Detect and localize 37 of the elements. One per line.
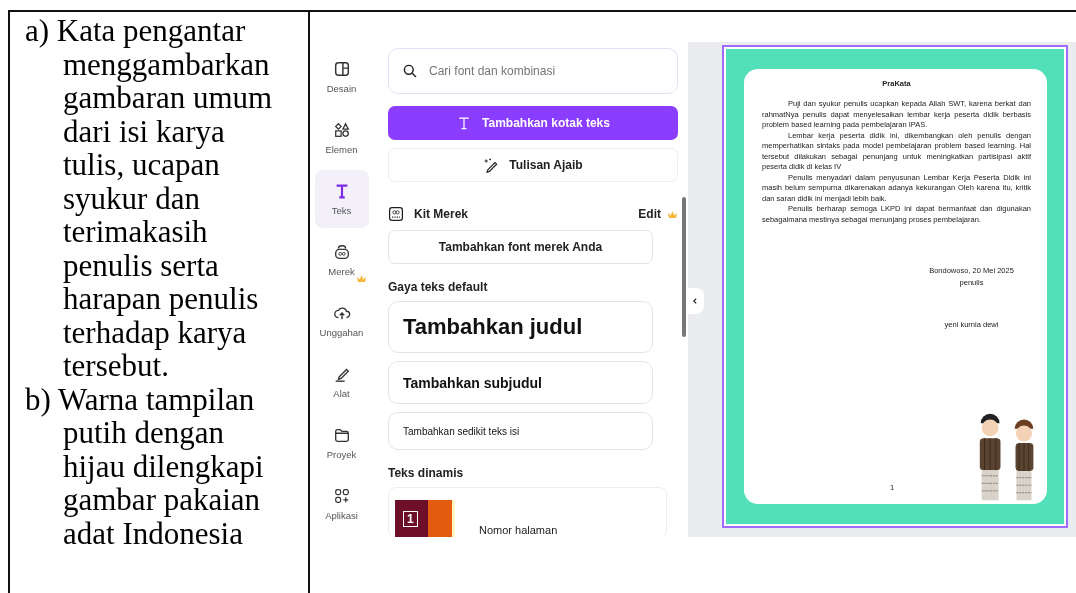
dynamic-text-card[interactable]: 1 Nomor halaman — [388, 487, 667, 537]
search-field[interactable]: Cari font dan kombinasi — [388, 48, 678, 94]
folder-icon — [332, 426, 351, 444]
cloud-upload-icon — [332, 304, 351, 322]
text-style-button[interactable]: Tambahkan sedikit teks isi — [388, 412, 653, 450]
sidebar-item[interactable]: Proyek — [314, 414, 369, 472]
sidebar-item[interactable]: Teks — [314, 170, 369, 228]
brand-kit-icon — [388, 206, 404, 222]
list-item: b) Warna tampilan putih dengan hijau dilengkapi gambar pakaian adat Indonesia — [25, 382, 265, 550]
add-text-box-button[interactable]: Tambahkan kotak teks — [388, 106, 678, 140]
sidebar-item[interactable]: Aplikasi — [314, 475, 369, 533]
sidebar-item[interactable]: Merek — [314, 231, 369, 289]
edit-link[interactable]: Edit — [638, 207, 661, 221]
section-title: Gaya teks default — [388, 280, 489, 294]
text-style-button[interactable]: Tambahkan subjudul — [388, 361, 653, 404]
layout-icon — [332, 60, 351, 78]
sidebar-item[interactable]: Alat — [314, 353, 369, 411]
collapse-panel-button[interactable] — [686, 288, 704, 314]
text-style-button[interactable]: Tambahkan judul — [388, 301, 653, 353]
sidebar-item[interactable]: Unggahan — [314, 292, 369, 350]
section-title: Kit Merek — [414, 207, 469, 221]
card-label: Nomor halaman — [479, 524, 558, 537]
magic-write-button[interactable]: Tulisan Ajaib — [388, 148, 678, 182]
brand-kit-icon — [332, 243, 351, 261]
search-icon — [402, 63, 418, 79]
thumbnail-number: 1 — [403, 511, 418, 527]
list-item: a) Kata pengantar menggambarkan gambaran umum dari isi karya tulis, ucapan syukur dan terimakasih penulis serta harapan penulis terhadap karya tersebut. — [25, 14, 274, 383]
add-brand-font-button[interactable]: Tambahkan font merek Anda — [388, 230, 653, 264]
apps-icon — [332, 487, 351, 505]
magic-pen-icon — [483, 157, 500, 173]
scrollbar[interactable] — [682, 197, 686, 337]
chevron-left-icon — [691, 297, 699, 305]
section-title: Teks dinamis — [388, 466, 465, 480]
shapes-icon — [332, 121, 351, 139]
sidebar-item[interactable]: Elemen — [314, 109, 369, 167]
document-page[interactable] — [722, 45, 1068, 528]
sidebar-item[interactable]: Desain — [314, 48, 369, 106]
